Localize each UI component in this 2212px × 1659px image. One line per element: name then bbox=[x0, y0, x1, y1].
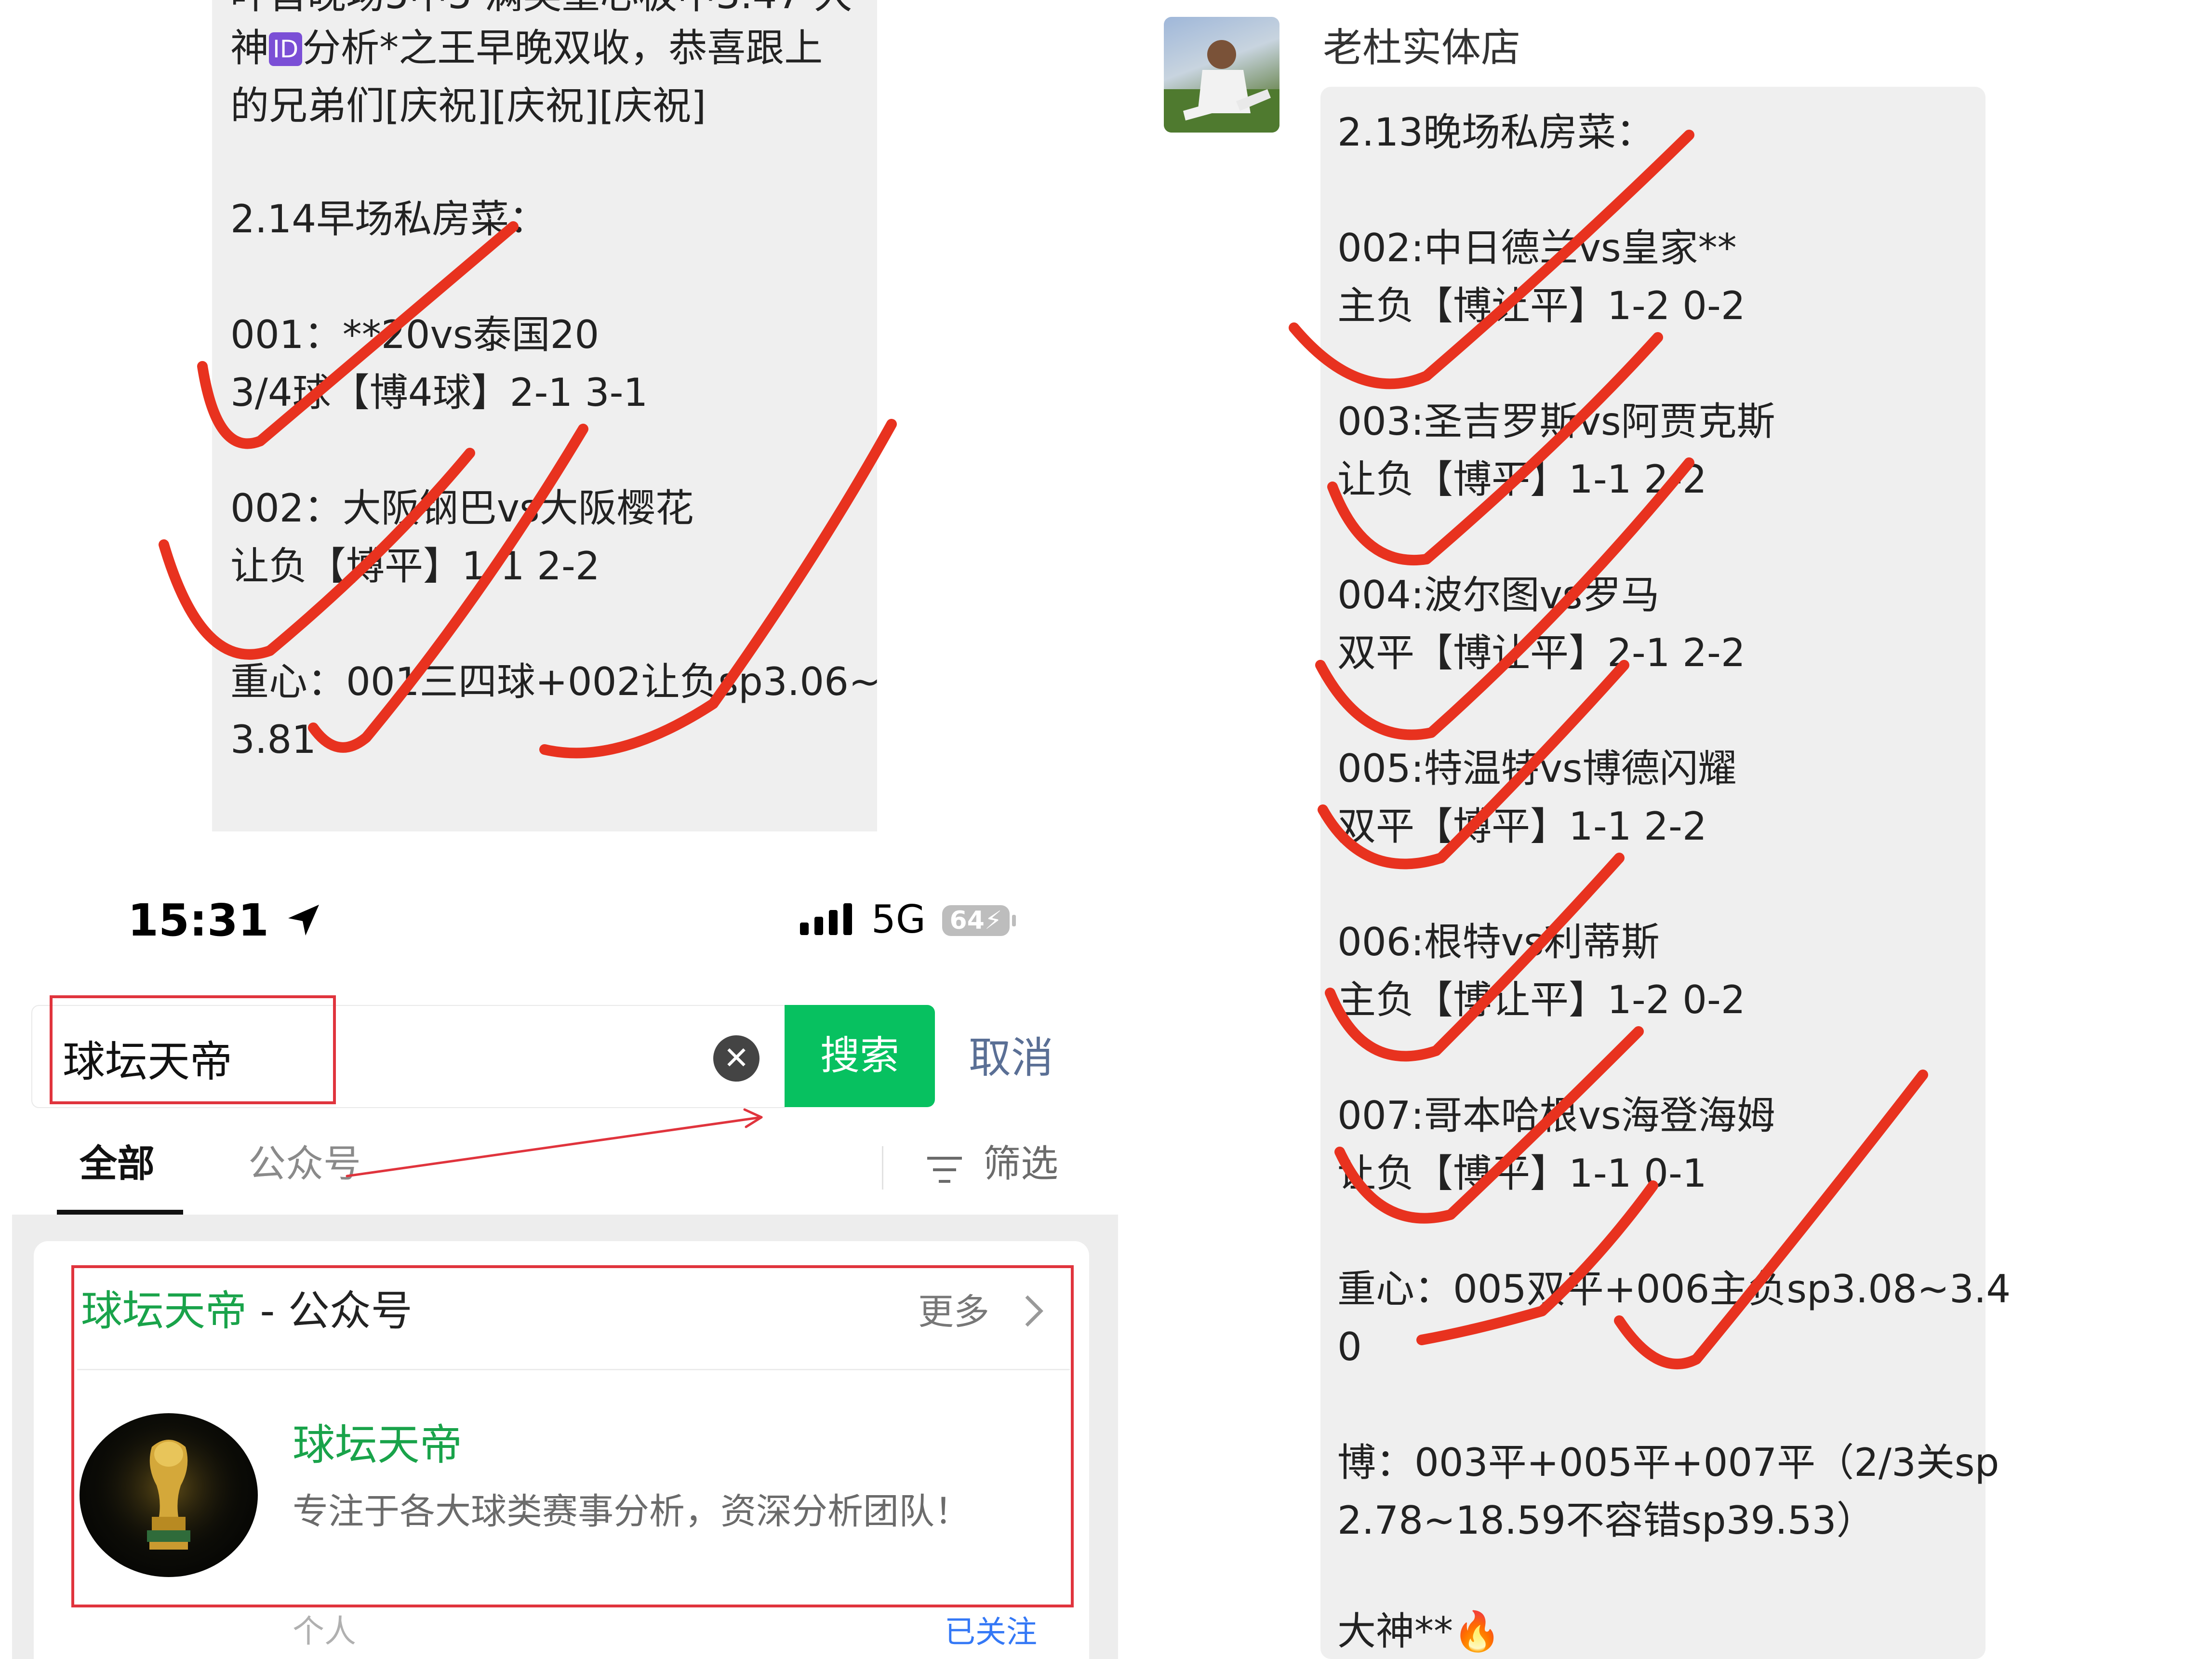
checkmark-icon bbox=[1614, 1070, 1928, 1369]
checkmark-icon bbox=[197, 221, 519, 449]
checkmark-icon bbox=[1289, 130, 1694, 389]
checkmark-icon bbox=[159, 448, 475, 660]
checkmark-icon bbox=[1327, 332, 1663, 566]
checkmark-icon bbox=[1334, 1026, 1644, 1224]
checkmarks-right bbox=[1289, 130, 1928, 1369]
checkmark-icon bbox=[539, 419, 897, 759]
checkmark-icon bbox=[1325, 853, 1625, 1062]
checkmarks-left bbox=[159, 221, 897, 759]
checkmark-icon bbox=[1315, 457, 1694, 740]
annotation-layer bbox=[159, 130, 1928, 1369]
pointer-arrow-icon bbox=[346, 1116, 763, 1177]
